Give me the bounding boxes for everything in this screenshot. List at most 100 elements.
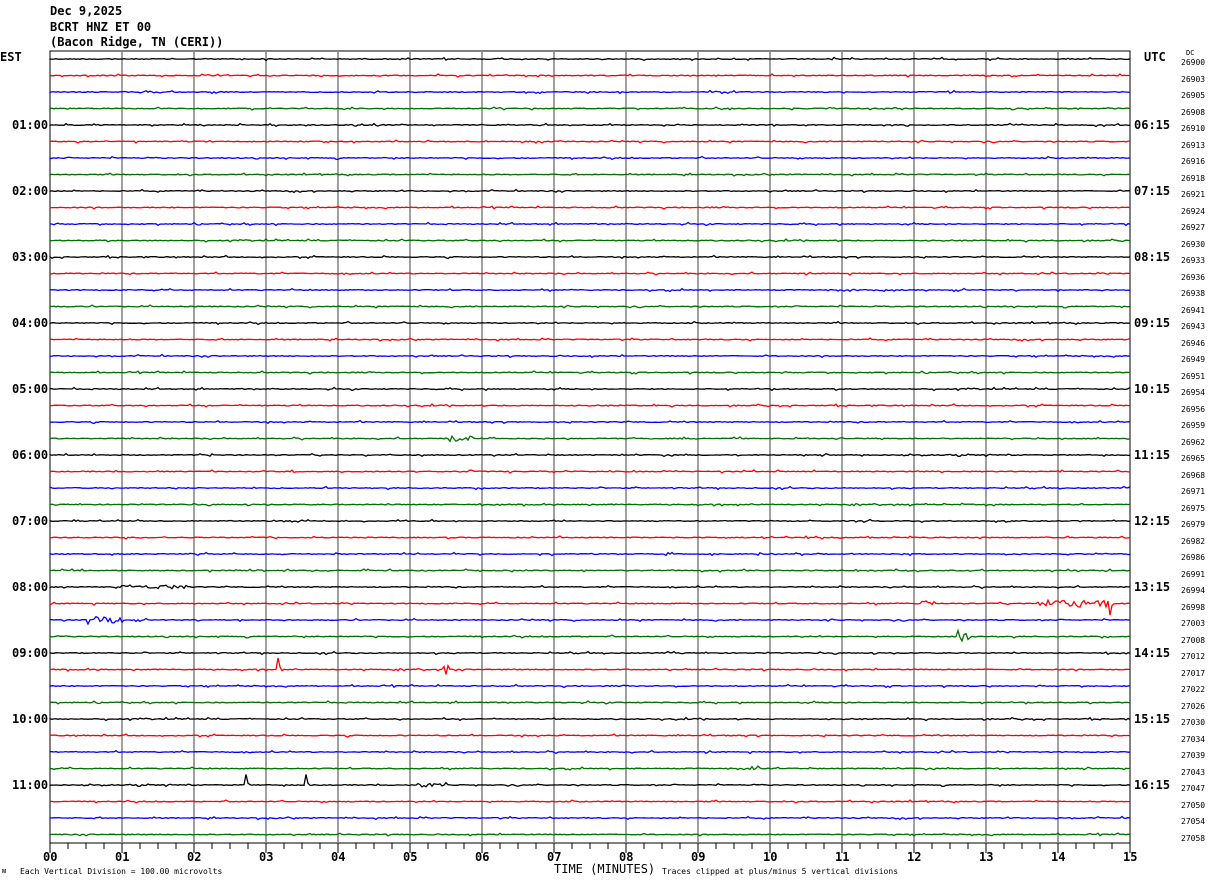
seismic-trace [49, 452, 1131, 458]
utc-hour-label: 15:15 [1134, 712, 1171, 726]
seismic-trace [49, 485, 1131, 491]
dc-value: 26916 [1181, 157, 1206, 166]
seismic-trace [49, 205, 1131, 210]
seismic-trace [49, 615, 1131, 626]
dc-value: 26905 [1181, 91, 1206, 100]
est-hour-label: 06:00 [12, 448, 49, 462]
x-tick-label: 01 [115, 850, 130, 864]
utc-hour-label: 07:15 [1134, 184, 1171, 198]
x-tick-label: 06 [475, 850, 490, 864]
dc-value: 26910 [1181, 124, 1206, 133]
logo-mark: ᴍ [2, 867, 7, 875]
seismic-trace [49, 271, 1131, 276]
dc-value: 27022 [1181, 685, 1206, 694]
dc-value: 26979 [1181, 520, 1206, 529]
seismic-trace [49, 172, 1131, 177]
est-hour-label: 03:00 [12, 250, 49, 264]
est-hour-label: 07:00 [12, 514, 49, 528]
x-tick-label: 14 [1051, 850, 1066, 864]
seismic-trace [49, 598, 1131, 616]
dc-value: 26930 [1181, 239, 1206, 249]
est-hour-label: 08:00 [12, 580, 49, 594]
dc-value: 27008 [1181, 635, 1206, 645]
seismic-trace [49, 403, 1131, 408]
seismic-trace [49, 238, 1131, 243]
dc-value: 27030 [1181, 718, 1206, 727]
seismic-trace [49, 535, 1131, 540]
dc-value: 26946 [1181, 338, 1206, 348]
seismic-trace [49, 815, 1131, 821]
utc-hour-label: 11:15 [1134, 448, 1171, 462]
seismic-trace [49, 188, 1131, 194]
dc-value: 26936 [1181, 272, 1206, 282]
dc-value: 27034 [1181, 734, 1206, 744]
seismic-trace [49, 700, 1131, 705]
seismic-trace [49, 353, 1131, 359]
dc-value: 26975 [1181, 503, 1206, 513]
utc-hour-label: 13:15 [1134, 580, 1171, 594]
dc-value: 26933 [1181, 256, 1206, 265]
dc-value: 26959 [1181, 421, 1206, 430]
est-hour-label: 11:00 [12, 778, 49, 792]
seismic-trace [49, 716, 1131, 722]
seismic-trace [49, 419, 1130, 425]
dc-value: 26949 [1181, 355, 1206, 364]
dc-value: 26900 [1181, 58, 1206, 67]
seismic-trace [49, 683, 1131, 689]
seismic-trace [49, 551, 1131, 557]
seismic-trace [49, 370, 1131, 375]
dc-value: 26938 [1181, 289, 1206, 298]
helicorder-plot [49, 50, 1131, 853]
dc-value: 26943 [1181, 322, 1206, 331]
seismic-trace [49, 434, 1131, 443]
seismic-trace [49, 469, 1131, 474]
utc-hour-label: 12:15 [1134, 514, 1171, 528]
dc-value: 26991 [1181, 569, 1206, 579]
utc-hour-label: 16:15 [1134, 778, 1171, 792]
est-hour-label: 04:00 [12, 316, 49, 330]
dc-value: 26903 [1181, 74, 1206, 84]
dc-value: 26954 [1181, 388, 1206, 397]
dc-value: 26962 [1181, 437, 1206, 447]
seismic-trace [50, 221, 1131, 227]
x-tick-label: 15 [1123, 850, 1138, 864]
x-tick-label: 12 [907, 850, 922, 864]
utc-hour-label: 14:15 [1134, 646, 1171, 660]
dc-value: 26965 [1181, 454, 1206, 463]
seismic-trace [49, 518, 1131, 524]
seismic-trace [49, 106, 1131, 111]
dc-value: 26956 [1181, 404, 1206, 414]
x-tick-label: 09 [691, 850, 706, 864]
dc-value: 27017 [1181, 668, 1206, 678]
utc-hour-label: 08:15 [1134, 250, 1171, 264]
x-tick-label: 05 [403, 850, 418, 864]
dc-value: 26986 [1181, 553, 1206, 562]
seismic-trace [49, 749, 1130, 755]
est-hour-label: 01:00 [12, 118, 49, 132]
seismic-trace [49, 56, 1131, 62]
x-axis-label: TIME (MINUTES) [554, 862, 656, 876]
seismic-trace [49, 657, 1131, 675]
utc-hour-label: 09:15 [1134, 316, 1171, 330]
utc-hour-label: 10:15 [1134, 382, 1171, 396]
dc-value: 26941 [1181, 305, 1206, 315]
dc-value: 26951 [1181, 371, 1206, 381]
est-hour-label: 09:00 [12, 646, 49, 660]
dc-value: 27050 [1181, 800, 1206, 810]
seismic-trace [49, 155, 1131, 161]
x-tick-label: 00 [43, 850, 58, 864]
dc-value: 26994 [1181, 586, 1206, 595]
dc-value: 27047 [1181, 784, 1206, 793]
seismic-trace [49, 774, 1131, 788]
seismic-trace [49, 73, 1131, 78]
dc-value: 26982 [1181, 536, 1206, 546]
seismic-trace [49, 139, 1130, 144]
seismic-trace [49, 568, 1131, 573]
dc-value: 26971 [1181, 487, 1206, 496]
dc-value: 26924 [1181, 206, 1206, 216]
dc-value: 26908 [1181, 107, 1206, 117]
seismic-trace [49, 765, 1131, 771]
seismic-trace [49, 122, 1131, 128]
x-tick-label: 04 [331, 850, 346, 864]
est-hour-label: 05:00 [12, 382, 49, 396]
